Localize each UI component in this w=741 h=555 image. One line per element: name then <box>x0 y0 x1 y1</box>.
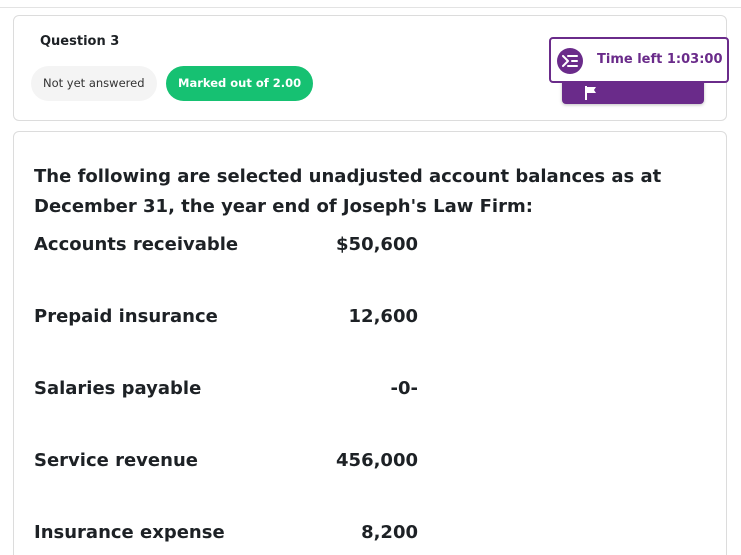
account-label: Prepaid insurance <box>34 306 218 327</box>
account-label: Accounts receivable <box>34 234 239 255</box>
page-top-divider <box>0 0 741 8</box>
question-content: The following are selected unadjusted ac… <box>13 131 727 555</box>
question-grade-badge: Marked out of 2.00 <box>166 66 314 101</box>
account-label: Salaries payable <box>34 378 202 399</box>
question-prompt: The following are selected unadjusted ac… <box>34 166 662 217</box>
quiz-timer: Time left 1:03:00 <box>549 37 729 83</box>
question-state-badge: Not yet answered <box>31 66 157 101</box>
account-value: $50,600 <box>336 234 418 255</box>
account-value: 8,200 <box>361 522 418 543</box>
account-row: Insurance expense 8,200 <box>34 522 434 552</box>
question-number: Question 3 <box>40 34 120 49</box>
flag-icon <box>585 86 596 100</box>
account-value: -0- <box>390 378 418 399</box>
account-value: 12,600 <box>348 306 418 327</box>
account-row: Salaries payable -0- <box>34 378 434 408</box>
account-row: Prepaid insurance 12,600 <box>34 306 434 336</box>
timer-icon <box>557 48 583 74</box>
account-row: Accounts receivable $50,600 <box>34 234 434 264</box>
timer-text: Time left 1:03:00 <box>597 52 723 67</box>
account-label: Insurance expense <box>34 522 225 543</box>
account-row: Service revenue 456,000 <box>34 450 434 480</box>
account-label: Service revenue <box>34 450 198 471</box>
account-value: 456,000 <box>336 450 418 471</box>
